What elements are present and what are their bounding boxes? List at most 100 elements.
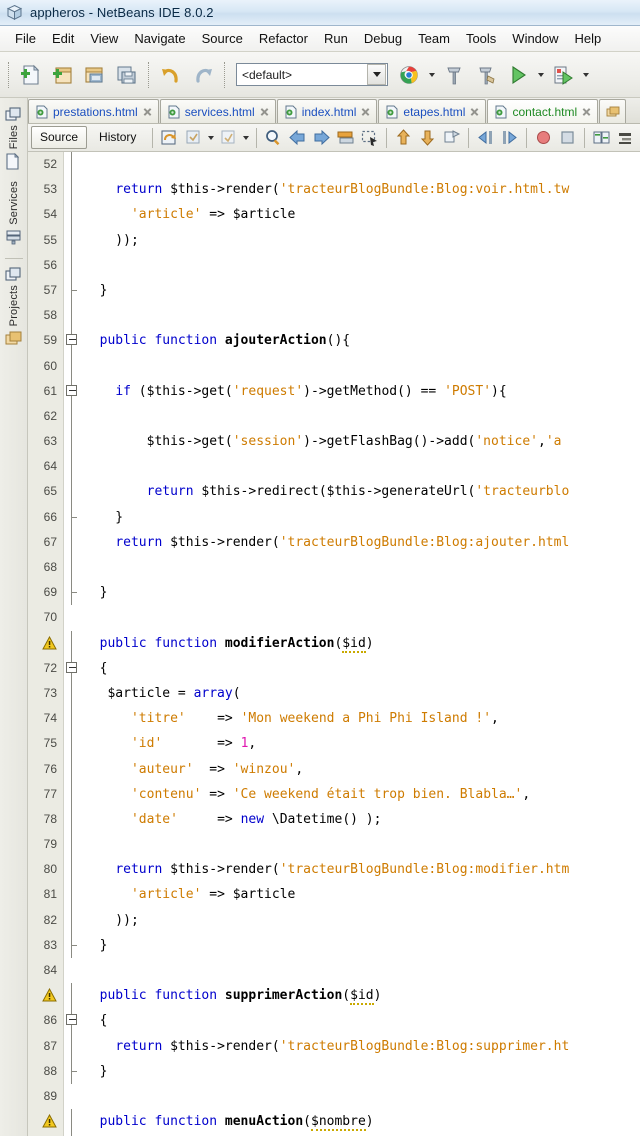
doc-tab-services[interactable]: services.html: [159, 99, 276, 123]
doc-tab-contact[interactable]: contact.html: [487, 99, 599, 123]
uncomment-button[interactable]: [217, 126, 240, 150]
gutter-line-number[interactable]: 86: [28, 1008, 63, 1033]
menu-edit[interactable]: Edit: [44, 28, 82, 50]
gutter-warning-row[interactable]: [28, 983, 63, 1008]
gutter-line-number[interactable]: 77: [28, 782, 63, 807]
menu-debug[interactable]: Debug: [356, 28, 410, 50]
gutter-line-number[interactable]: 58: [28, 303, 63, 328]
menu-view[interactable]: View: [82, 28, 126, 50]
previous-bookmark-button[interactable]: [392, 126, 415, 150]
find-selection-button[interactable]: [262, 126, 285, 150]
code-line[interactable]: }: [80, 580, 640, 605]
gutter-line-number[interactable]: 63: [28, 429, 63, 454]
menu-run[interactable]: Run: [316, 28, 356, 50]
clean-build-button[interactable]: [471, 59, 501, 91]
menu-window[interactable]: Window: [504, 28, 566, 50]
code-line[interactable]: [80, 555, 640, 580]
refactor-button[interactable]: [158, 126, 181, 150]
code-line[interactable]: }: [80, 933, 640, 958]
code-line[interactable]: $article = array(: [80, 681, 640, 706]
doc-tab-index[interactable]: index.html: [276, 99, 378, 123]
shift-left-button[interactable]: [286, 126, 309, 150]
menu-file[interactable]: File: [7, 28, 44, 50]
next-error-button[interactable]: [498, 126, 521, 150]
format-button[interactable]: [334, 126, 357, 150]
code-line[interactable]: [80, 152, 640, 177]
gutter-line-number[interactable]: 72: [28, 656, 63, 681]
code-line[interactable]: [80, 354, 640, 379]
diff-button[interactable]: [590, 126, 613, 150]
code-line[interactable]: [80, 958, 640, 983]
close-icon[interactable]: [142, 106, 153, 117]
toggle-bookmark-button[interactable]: [440, 126, 463, 150]
browser-button[interactable]: [394, 59, 424, 91]
gutter-line-number[interactable]: 73: [28, 681, 63, 706]
doc-tab-etapes[interactable]: etapes.html: [378, 99, 487, 123]
build-project-button[interactable]: [439, 59, 469, 91]
redo-button[interactable]: [188, 59, 218, 91]
code-line[interactable]: public function menuAction($nombre): [80, 1109, 640, 1134]
gutter-line-number[interactable]: 59: [28, 328, 63, 353]
code-line[interactable]: public function supprimerAction($id): [80, 983, 640, 1008]
menu-help[interactable]: Help: [567, 28, 610, 50]
previous-error-button[interactable]: [474, 126, 497, 150]
code-line[interactable]: }: [80, 1059, 640, 1084]
gutter-line-number[interactable]: 69: [28, 580, 63, 605]
gutter-line-number[interactable]: 76: [28, 757, 63, 782]
code-line[interactable]: public function modifierAction($id): [80, 631, 640, 656]
code-fold-column[interactable]: [64, 152, 80, 1136]
uncomment-dropdown-arrow[interactable]: [241, 126, 251, 150]
code-line[interactable]: 'titre' => 'Mon weekend a Phi Phi Island…: [80, 706, 640, 731]
gutter-warning-row[interactable]: [28, 631, 63, 656]
comment-button[interactable]: [182, 126, 205, 150]
code-line[interactable]: 'article' => $article: [80, 882, 640, 907]
code-line[interactable]: {: [80, 656, 640, 681]
fold-marker[interactable]: [64, 328, 80, 354]
code-line[interactable]: [80, 303, 640, 328]
gutter-line-number[interactable]: 89: [28, 1084, 63, 1109]
debug-project-button[interactable]: [548, 59, 578, 91]
next-bookmark-button[interactable]: [416, 126, 439, 150]
menu-source[interactable]: Source: [194, 28, 251, 50]
gutter-line-number[interactable]: 53: [28, 177, 63, 202]
comment-dropdown-arrow[interactable]: [206, 126, 216, 150]
gutter-line-number[interactable]: 70: [28, 605, 63, 630]
menu-refactor[interactable]: Refactor: [251, 28, 316, 50]
undo-button[interactable]: [156, 59, 186, 91]
gutter-line-number[interactable]: 65: [28, 479, 63, 504]
gutter-line-number[interactable]: 64: [28, 454, 63, 479]
gutter-line-number[interactable]: 60: [28, 354, 63, 379]
code-line[interactable]: {: [80, 1008, 640, 1033]
code-line[interactable]: return $this->render('tracteurBlogBundle…: [80, 857, 640, 882]
fold-marker[interactable]: [64, 378, 80, 404]
rail-tab-services[interactable]: Services: [4, 177, 23, 253]
rectangular-selection-button[interactable]: [358, 126, 381, 150]
gutter-warning-row[interactable]: [28, 1109, 63, 1134]
gutter-line-number[interactable]: 74: [28, 706, 63, 731]
code-line[interactable]: public function ajouterAction(){: [80, 328, 640, 353]
gutter-line-number[interactable]: 68: [28, 555, 63, 580]
gutter-line-number[interactable]: 57: [28, 278, 63, 303]
code-line[interactable]: return $this->redirect($this->generateUr…: [80, 479, 640, 504]
code-content[interactable]: return $this->render('tracteurBlogBundle…: [80, 152, 640, 1136]
stop-button[interactable]: [556, 126, 579, 150]
code-line[interactable]: return $this->render('tracteurBlogBundle…: [80, 177, 640, 202]
doc-tab-prestations[interactable]: prestations.html: [28, 99, 159, 123]
code-line[interactable]: 'auteur' => 'winzou',: [80, 757, 640, 782]
browser-dropdown-arrow[interactable]: [426, 59, 437, 91]
gutter-line-number[interactable]: 84: [28, 958, 63, 983]
menu-tools[interactable]: Tools: [458, 28, 504, 50]
gutter-line-number[interactable]: 79: [28, 832, 63, 857]
tab-source[interactable]: Source: [31, 126, 88, 149]
new-project-button[interactable]: [48, 59, 78, 91]
code-line[interactable]: 'id' => 1,: [80, 731, 640, 756]
code-line[interactable]: if ($this->get('request')->getMethod() =…: [80, 379, 640, 404]
toggle-breakpoint-button[interactable]: [532, 126, 555, 150]
gutter-line-number[interactable]: 87: [28, 1034, 63, 1059]
gutter-line-number[interactable]: 82: [28, 908, 63, 933]
code-editor[interactable]: 52 53 54 55 56 57 58 59 60 61 62 63 64 65 66 67 68 69 70 72…: [28, 152, 640, 1136]
code-line[interactable]: }: [80, 505, 640, 530]
menu-team[interactable]: Team: [410, 28, 458, 50]
fold-marker[interactable]: [64, 1008, 80, 1034]
gutter-line-number[interactable]: 56: [28, 253, 63, 278]
